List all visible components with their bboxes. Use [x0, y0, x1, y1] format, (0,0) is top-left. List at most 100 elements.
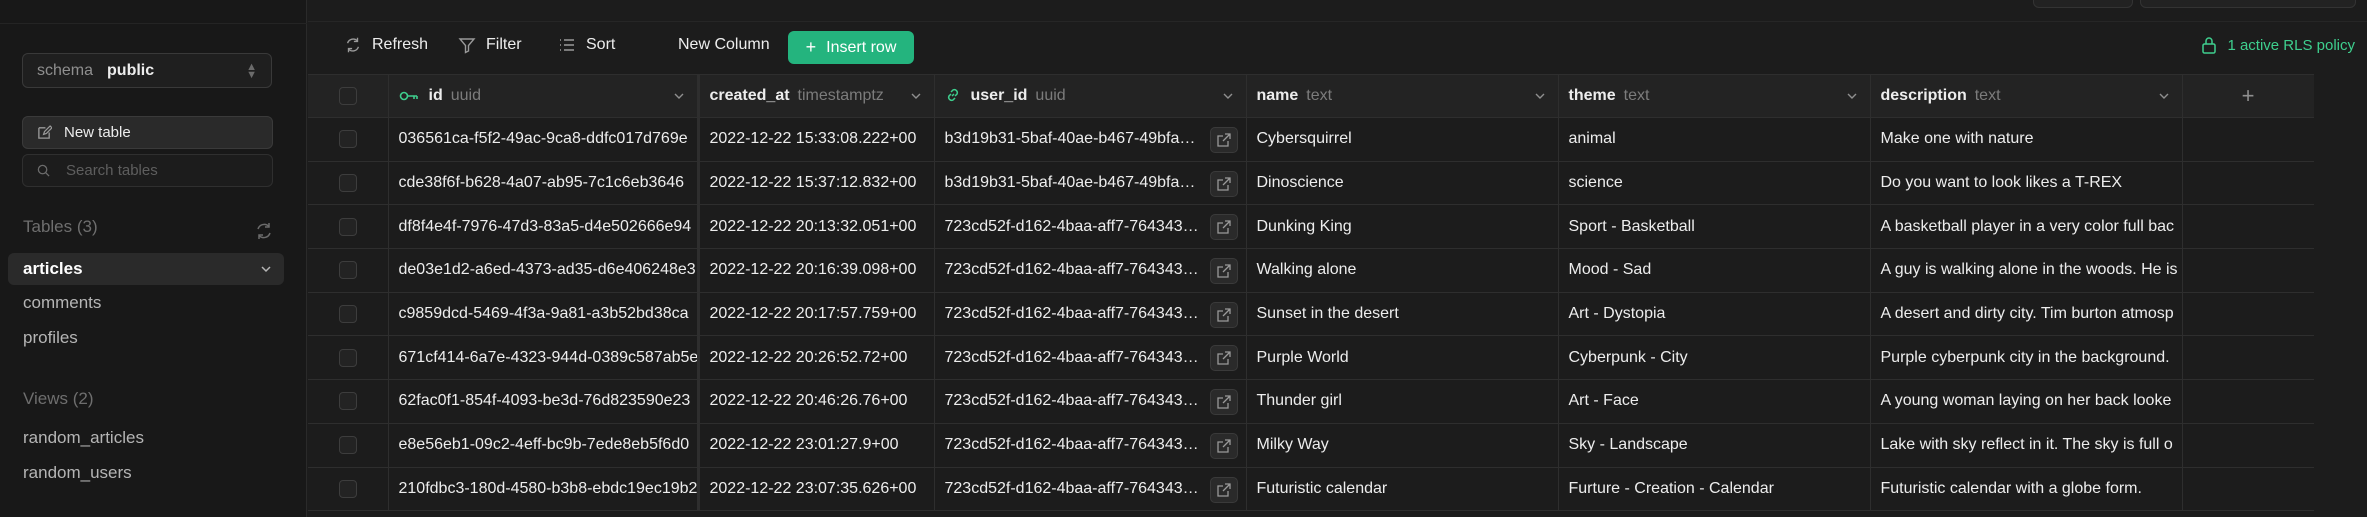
sidebar-item-random-users[interactable]: random_users — [23, 463, 132, 483]
filter-button[interactable]: Filter — [458, 36, 522, 54]
add-column-button[interactable]: + — [2182, 74, 2315, 118]
table-row[interactable]: cde38f6f-b628-4a07-ab95-7c1c6eb3646 2022-… — [308, 161, 2315, 206]
cell-theme[interactable]: animal — [1558, 117, 1871, 162]
cell-user-id[interactable]: 723cd52f-d162-4baa-aff7-764343e… — [934, 423, 1247, 468]
cell-user-id[interactable]: b3d19b31-5baf-40ae-b467-49bfa2… — [934, 161, 1247, 206]
column-header-description[interactable]: description text — [1870, 74, 2183, 118]
cell-created-at[interactable]: 2022-12-22 15:33:08.222+00 — [698, 117, 935, 162]
cell-name[interactable]: Purple World — [1246, 335, 1559, 381]
row-checkbox[interactable] — [338, 392, 357, 411]
table-row[interactable]: 62fac0f1-854f-4093-be3d-76d823590e23 2022… — [308, 379, 2315, 424]
table-row[interactable]: de03e1d2-a6ed-4373-ad35-d6e406248e3 2022-… — [308, 248, 2315, 293]
cell-created-at[interactable]: 2022-12-22 23:01:27.9+00 — [698, 423, 935, 468]
column-header-theme[interactable]: theme text — [1558, 74, 1871, 118]
row-checkbox[interactable] — [338, 348, 357, 367]
top-bar-search[interactable] — [2140, 0, 2356, 8]
cell-user-id[interactable]: 723cd52f-d162-4baa-aff7-764343e… — [934, 292, 1247, 337]
column-header-created-at[interactable]: created_at timestamptz — [698, 74, 935, 118]
new-table-button[interactable]: New table — [22, 116, 273, 149]
row-checkbox[interactable] — [338, 217, 357, 236]
cell-theme[interactable]: Sky - Landscape — [1558, 423, 1871, 468]
schema-selector[interactable]: schema public ▲ ▼ — [22, 53, 272, 88]
cell-created-at[interactable]: 2022-12-22 20:16:39.098+00 — [698, 248, 935, 293]
cell-id[interactable]: e8e56eb1-09c2-4eff-bc9b-7ede8eb5f6d0 — [388, 423, 700, 468]
select-all-checkbox[interactable] — [338, 86, 357, 105]
open-reference-button[interactable] — [1209, 345, 1238, 372]
cell-description[interactable]: Lake with sky reflect in it. The sky is … — [1870, 423, 2183, 468]
column-header-user-id[interactable]: user_id uuid — [934, 74, 1247, 118]
table-row[interactable]: 210fdbc3-180d-4580-b3b8-ebdc19ec19b2 2022… — [308, 467, 2315, 512]
table-row[interactable]: c9859dcd-5469-4f3a-9a81-a3b52bd38ca 2022-… — [308, 292, 2315, 337]
table-row[interactable]: df8f4e4f-7976-47d3-83a5-d4e502666e94 2022… — [308, 204, 2315, 250]
row-checkbox[interactable] — [338, 304, 357, 323]
row-checkbox[interactable] — [338, 436, 357, 455]
cell-created-at[interactable]: 2022-12-22 20:26:52.72+00 — [698, 335, 935, 381]
row-checkbox[interactable] — [338, 479, 357, 498]
chevron-down-icon[interactable] — [1222, 90, 1234, 102]
cell-theme[interactable]: Art - Face — [1558, 379, 1871, 424]
open-reference-button[interactable] — [1209, 476, 1238, 503]
cell-description[interactable]: Futuristic calendar with a globe form. — [1870, 467, 2183, 512]
cell-id[interactable]: 210fdbc3-180d-4580-b3b8-ebdc19ec19b2 — [388, 467, 700, 512]
cell-name[interactable]: Futuristic calendar — [1246, 467, 1559, 512]
column-header-id[interactable]: id uuid — [388, 74, 700, 118]
cell-user-id[interactable]: 723cd52f-d162-4baa-aff7-764343e… — [934, 335, 1247, 381]
sidebar-item-articles[interactable]: articles — [8, 253, 284, 285]
row-checkbox[interactable] — [338, 261, 357, 280]
refresh-icon[interactable] — [254, 221, 274, 241]
cell-theme[interactable]: Cyberpunk - City — [1558, 335, 1871, 381]
cell-name[interactable]: Dunking King — [1246, 204, 1559, 250]
new-column-button[interactable]: New Column — [678, 36, 770, 54]
sidebar-item-random-articles[interactable]: random_articles — [23, 428, 144, 448]
cell-id[interactable]: 036561ca-f5f2-49ac-9ca8-ddfc017d769e — [388, 117, 700, 162]
cell-description[interactable]: A guy is walking alone in the woods. He … — [1870, 248, 2183, 293]
search-tables-input[interactable] — [66, 162, 256, 179]
chevron-down-icon[interactable] — [2158, 90, 2170, 102]
cell-id[interactable]: 671cf414-6a7e-4323-944d-0389c587ab5e — [388, 335, 700, 381]
cell-theme[interactable]: science — [1558, 161, 1871, 206]
cell-name[interactable]: Walking alone — [1246, 248, 1559, 293]
cell-description[interactable]: A basketball player in a very color full… — [1870, 204, 2183, 250]
chevron-down-icon[interactable] — [910, 90, 922, 102]
cell-theme[interactable]: Furture - Creation - Calendar — [1558, 467, 1871, 512]
table-row[interactable]: 036561ca-f5f2-49ac-9ca8-ddfc017d769e 2022… — [308, 117, 2315, 162]
cell-theme[interactable]: Mood - Sad — [1558, 248, 1871, 293]
cell-created-at[interactable]: 2022-12-22 15:37:12.832+00 — [698, 161, 935, 206]
row-checkbox[interactable] — [338, 130, 357, 149]
cell-user-id[interactable]: 723cd52f-d162-4baa-aff7-764343e… — [934, 248, 1247, 293]
cell-user-id[interactable]: 723cd52f-d162-4baa-aff7-764343e… — [934, 467, 1247, 512]
cell-id[interactable]: cde38f6f-b628-4a07-ab95-7c1c6eb3646 — [388, 161, 700, 206]
cell-id[interactable]: c9859dcd-5469-4f3a-9a81-a3b52bd38ca — [388, 292, 700, 337]
table-row[interactable]: e8e56eb1-09c2-4eff-bc9b-7ede8eb5f6d0 2022… — [308, 423, 2315, 468]
cell-description[interactable]: Do you want to look likes a T-REX — [1870, 161, 2183, 206]
cell-name[interactable]: Milky Way — [1246, 423, 1559, 468]
open-reference-button[interactable] — [1209, 127, 1238, 153]
cell-name[interactable]: Sunset in the desert — [1246, 292, 1559, 337]
cell-name[interactable]: Cybersquirrel — [1246, 117, 1559, 162]
cell-id[interactable]: 62fac0f1-854f-4093-be3d-76d823590e23 — [388, 379, 700, 424]
chevron-down-icon[interactable] — [1534, 90, 1546, 102]
cell-theme[interactable]: Sport - Basketball — [1558, 204, 1871, 250]
cell-id[interactable]: de03e1d2-a6ed-4373-ad35-d6e406248e3 — [388, 248, 700, 293]
open-reference-button[interactable] — [1209, 389, 1238, 416]
open-reference-button[interactable] — [1209, 301, 1238, 328]
open-reference-button[interactable] — [1209, 258, 1238, 285]
cell-user-id[interactable]: b3d19b31-5baf-40ae-b467-49bfa2… — [934, 117, 1247, 162]
cell-id[interactable]: df8f4e4f-7976-47d3-83a5-d4e502666e94 — [388, 204, 700, 250]
top-bar-control[interactable] — [2033, 0, 2133, 8]
column-header-name[interactable]: name text — [1246, 74, 1559, 118]
cell-created-at[interactable]: 2022-12-22 20:17:57.759+00 — [698, 292, 935, 337]
cell-description[interactable]: A desert and dirty city. Tim burton atmo… — [1870, 292, 2183, 337]
open-reference-button[interactable] — [1209, 214, 1238, 241]
cell-description[interactable]: Make one with nature — [1870, 117, 2183, 162]
refresh-button[interactable]: Refresh — [344, 36, 428, 54]
cell-created-at[interactable]: 2022-12-22 20:46:26.76+00 — [698, 379, 935, 424]
cell-created-at[interactable]: 2022-12-22 20:13:32.051+00 — [698, 204, 935, 250]
cell-description[interactable]: Purple cyberpunk city in the background. — [1870, 335, 2183, 381]
table-row[interactable]: 671cf414-6a7e-4323-944d-0389c587ab5e 2022… — [308, 335, 2315, 381]
cell-theme[interactable]: Art - Dystopia — [1558, 292, 1871, 337]
cell-name[interactable]: Dinoscience — [1246, 161, 1559, 206]
open-reference-button[interactable] — [1209, 432, 1238, 459]
sort-button[interactable]: Sort — [558, 36, 615, 54]
chevron-down-icon[interactable] — [673, 90, 685, 102]
